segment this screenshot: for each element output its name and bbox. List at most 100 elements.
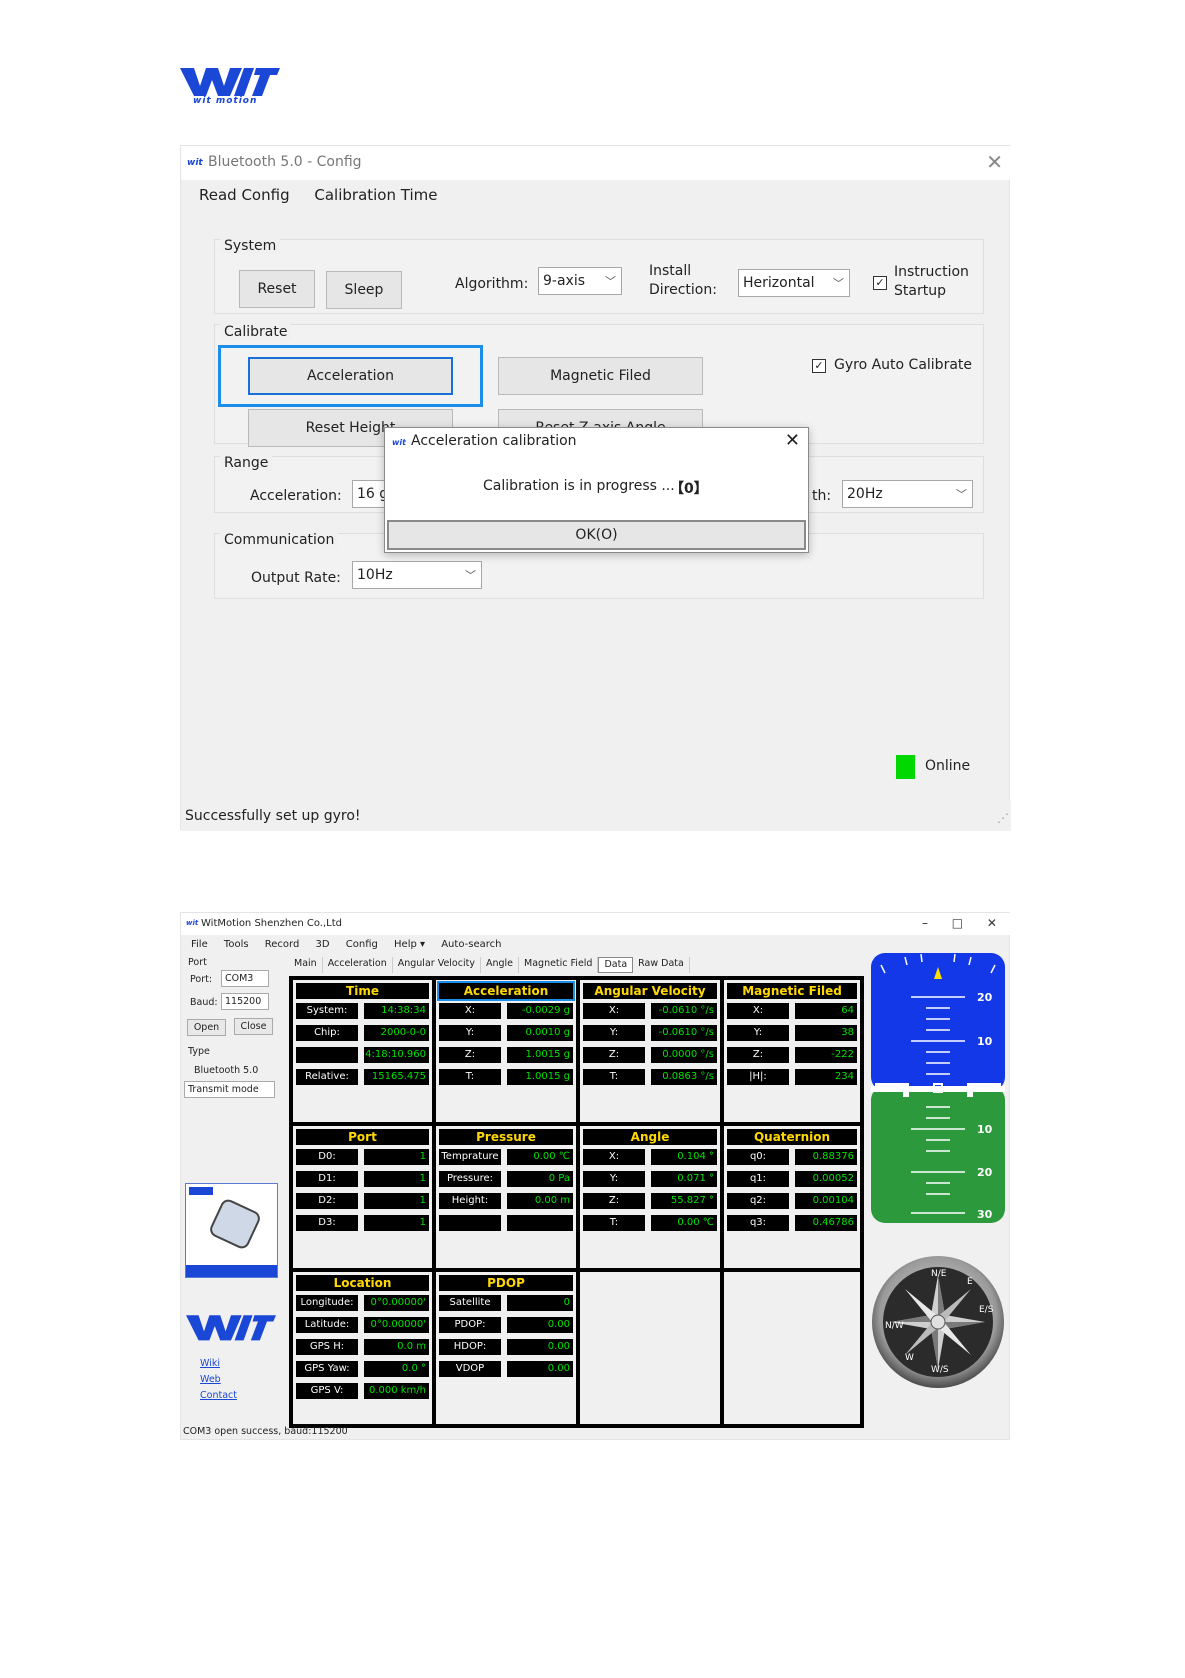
direction-label: Direction: <box>649 282 717 298</box>
data-row: Height: 0.00 m <box>439 1193 573 1209</box>
data-row: |H|: 234 <box>727 1069 857 1085</box>
data-row: X: -0.0610 °/s <box>583 1003 717 1019</box>
wiki-link[interactable]: Wiki <box>200 1358 220 1369</box>
data-row: VDOP 0.00 <box>439 1361 573 1377</box>
menu-3d[interactable]: 3D <box>316 939 330 950</box>
resize-grip-icon[interactable]: ⋰ <box>997 811 1009 825</box>
menu-tools[interactable]: Tools <box>224 939 249 950</box>
tab-data[interactable]: Data <box>598 957 634 973</box>
tab-raw-data[interactable]: Raw Data <box>633 957 690 973</box>
open-button[interactable]: Open <box>187 1019 226 1036</box>
panel-port: Port D0: 1 D1: 1 D2: 1 D3: 1 <box>291 1124 434 1270</box>
pitch-label: 30 <box>977 1208 993 1221</box>
dialog-close-icon[interactable]: ✕ <box>785 430 800 451</box>
panel-title: Pressure <box>439 1129 573 1145</box>
data-row: Z: 0.0000 °/s <box>583 1047 717 1063</box>
chevron-down-icon: ﹀ <box>465 569 476 582</box>
menu-help[interactable]: Help ▾ <box>394 939 425 950</box>
data-row: q1: 0.00052 <box>727 1171 857 1187</box>
dialog-message: Calibration is in progress ... <box>483 478 675 494</box>
type-section-label: Type <box>188 1046 210 1057</box>
status-text: Successfully set up gyro! <box>185 808 361 824</box>
bandwidth-label: th: <box>812 488 832 504</box>
panel-magnetic: Magnetic Filed X: 64 Y: 38 Z: -222 |H|: 234 <box>722 978 862 1124</box>
compass: N/E E E/S W/S W N/W <box>871 1255 1005 1389</box>
pitch-label: 20 <box>977 991 993 1004</box>
close-icon[interactable]: ✕ <box>986 150 1003 174</box>
chevron-down-icon: ﹀ <box>956 488 967 501</box>
data-row: GPS V: 0.000 km/h <box>296 1383 429 1399</box>
data-row: Y: 0.0010 g <box>439 1025 573 1041</box>
calibration-dialog: wit Acceleration calibration ✕ Calibrati… <box>384 427 809 553</box>
data-row: D2: 1 <box>296 1193 429 1209</box>
instruction-startup-checkbox[interactable]: ✓ <box>873 276 887 290</box>
data-row: Z: 1.0015 g <box>439 1047 573 1063</box>
data-row: D1: 1 <box>296 1171 429 1187</box>
tab-angular-velocity[interactable]: Angular Velocity <box>393 957 481 973</box>
web-link[interactable]: Web <box>200 1374 221 1385</box>
gyro-auto-checkbox[interactable]: ✓ <box>812 359 826 373</box>
panel-title: PDOP <box>439 1275 573 1291</box>
online-label: Online <box>925 758 971 774</box>
menu-file[interactable]: File <box>191 939 208 950</box>
data-row: Latitude: 0°0.00000' <box>296 1317 429 1333</box>
window-title: Bluetooth 5.0 - Config <box>208 154 362 170</box>
tab-angle[interactable]: Angle <box>481 957 520 973</box>
main-tabs: Main Acceleration Angular Velocity Angle… <box>289 957 690 973</box>
main-window-title: WitMotion Shenzhen Co.,Ltd <box>201 918 343 929</box>
compass-label: E/S <box>979 1305 994 1315</box>
ok-button[interactable]: OK(O) <box>387 520 806 550</box>
acceleration-calibrate-button[interactable]: Acceleration <box>248 357 453 395</box>
reset-button[interactable]: Reset <box>239 270 315 308</box>
tab-magnetic-field[interactable]: Magnetic Field <box>519 957 599 973</box>
data-row: X: -0.0029 g <box>439 1003 573 1019</box>
compass-label: N/W <box>885 1321 904 1331</box>
panel-title: Port <box>296 1129 429 1145</box>
panel-title: Acceleration <box>437 981 575 1001</box>
sleep-button[interactable]: Sleep <box>326 271 402 309</box>
panel-title: Magnetic Filed <box>727 983 857 999</box>
tab-main[interactable]: Main <box>289 957 323 973</box>
main-title-bar: wit WitMotion Shenzhen Co.,Ltd – □ ✕ <box>181 913 1011 935</box>
startup-label: Startup <box>894 283 946 299</box>
contact-link[interactable]: Contact <box>200 1390 237 1401</box>
baud-select[interactable]: 115200 <box>221 993 269 1010</box>
panel-quaternion: Quaternion q0: 0.88376 q1: 0.00052 q2: 0.00… <box>722 1124 862 1270</box>
panel-title: Angular Velocity <box>583 983 717 999</box>
menu-auto-search[interactable]: Auto-search <box>441 939 501 950</box>
data-row: D0: 1 <box>296 1149 429 1165</box>
data-row: T: 0.00 ℃ <box>583 1215 717 1231</box>
output-rate-select[interactable]: 10Hz ﹀ <box>352 561 482 589</box>
menu-calibration-time[interactable]: Calibration Time <box>314 186 437 204</box>
install-label: Install <box>649 263 692 279</box>
menu-read-config[interactable]: Read Config <box>199 186 290 204</box>
menu-config[interactable]: Config <box>346 939 378 950</box>
communication-label: Communication <box>220 532 339 548</box>
main-status-text: COM3 open success, baud:115200 <box>183 1426 348 1437</box>
data-row: 4:18:10.960 <box>296 1047 429 1063</box>
range-acc-label: Acceleration: <box>250 488 342 504</box>
menu-record[interactable]: Record <box>265 939 300 950</box>
title-bar: wit Bluetooth 5.0 - Config ✕ <box>181 146 1011 180</box>
data-row: Y: 38 <box>727 1025 857 1041</box>
transmit-mode-select[interactable]: Transmit mode <box>184 1081 275 1098</box>
logo-tagline: wit motion <box>193 96 258 106</box>
data-row: GPS H: 0.0 m <box>296 1339 429 1355</box>
window-controls[interactable]: – □ ✕ <box>922 916 997 930</box>
panel-acceleration: Acceleration X: -0.0029 g Y: 0.0010 g Z: 1.… <box>434 978 578 1124</box>
close-port-button[interactable]: Close <box>234 1018 273 1035</box>
data-row: PDOP: 0.00 <box>439 1317 573 1333</box>
install-direction-select[interactable]: Herizontal ﹀ <box>738 269 850 297</box>
data-row: Longitude: 0°0.00000' <box>296 1295 429 1311</box>
main-window: wit WitMotion Shenzhen Co.,Ltd – □ ✕ Fil… <box>180 912 1011 1440</box>
port-select[interactable]: COM3 <box>221 970 269 987</box>
data-row: q2: 0.00104 <box>727 1193 857 1209</box>
algorithm-select[interactable]: 9-axis ﹀ <box>538 267 622 295</box>
attitude-indicator: 20 10 10 20 30 <box>871 953 1005 1223</box>
compass-label: E <box>967 1277 973 1287</box>
main-menu: File Tools Record 3D Config Help ▾ Auto-… <box>191 939 514 950</box>
magnetic-calibrate-button[interactable]: Magnetic Filed <box>498 357 703 395</box>
pitch-label: 10 <box>977 1123 993 1136</box>
tab-acceleration[interactable]: Acceleration <box>323 957 393 973</box>
bandwidth-select[interactable]: 20Hz ﹀ <box>842 480 973 508</box>
